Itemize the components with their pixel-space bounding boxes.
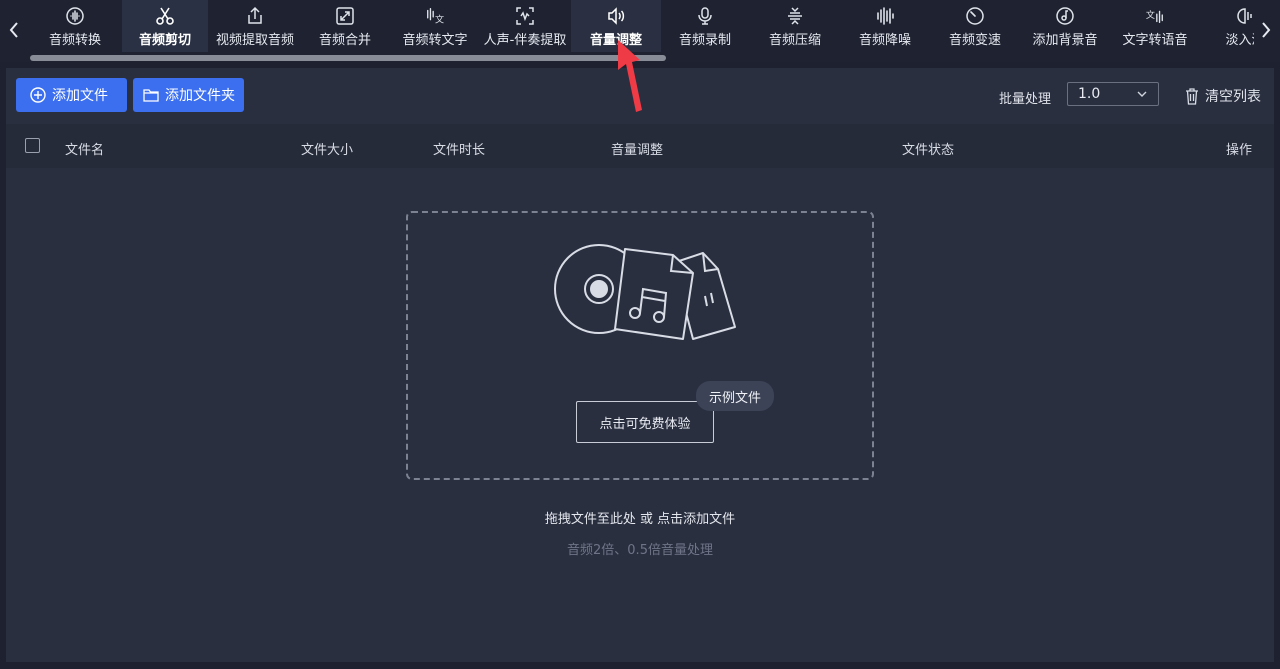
column-volume-adjust: 音量调整	[611, 143, 664, 158]
file-drop-zone[interactable]: 点击可免费体验 示例文件	[406, 211, 874, 480]
drop-subhint-text: 音频2倍、0.5倍音量处理	[567, 543, 713, 558]
tab-label: 音频合并	[318, 33, 371, 48]
audio-files-illustration	[554, 244, 736, 340]
tab-label: 人声-伴奏提取	[483, 33, 567, 48]
share-upload-icon	[245, 6, 265, 26]
column-status: 文件状态	[902, 143, 955, 158]
add-file-button[interactable]: 添加文件	[16, 78, 127, 112]
svg-text:文: 文	[435, 13, 444, 25]
free-trial-label: 点击可免费体验	[599, 416, 691, 432]
fade-icon	[1235, 6, 1254, 26]
tab-label: 视频提取音频	[215, 33, 294, 48]
tab-label: 音频变速	[948, 33, 1001, 48]
tab-label: 音频降噪	[858, 33, 911, 48]
chevron-right-icon	[1262, 22, 1271, 38]
column-duration: 文件时长	[433, 143, 486, 158]
waveform-circle-icon	[65, 6, 85, 26]
speaker-volume-icon	[606, 6, 626, 26]
tab-label: 音频录制	[678, 33, 731, 48]
main-panel: 添加文件 添加文件夹 批量处理 1.0 清空列表 文件名 文件大小 文件时长 音…	[6, 68, 1274, 662]
tab-audio-denoise[interactable]: 音频降噪	[840, 0, 930, 52]
vocal-extract-icon	[515, 6, 535, 26]
tab-audio-to-text[interactable]: 文 音频转文字	[390, 0, 480, 52]
tab-audio-compress[interactable]: 音频压缩	[750, 0, 840, 52]
drop-hint-text: 拖拽文件至此处 或 点击添加文件	[544, 512, 736, 527]
batch-process-select[interactable]: 1.0	[1067, 82, 1159, 106]
scroll-left-button[interactable]	[4, 16, 24, 44]
tab-label: 文字转语音	[1122, 33, 1188, 48]
tab-label: 音频剪切	[138, 33, 191, 48]
scissors-icon	[155, 6, 175, 26]
column-actions: 操作	[1226, 143, 1253, 158]
tab-audio-cut[interactable]: 音频剪切	[122, 0, 208, 52]
sample-file-label: 示例文件	[708, 390, 761, 406]
add-file-label: 添加文件	[52, 88, 108, 104]
tab-label: 音频转文字	[402, 33, 468, 48]
text-to-speech-icon: 文	[1145, 6, 1165, 26]
batch-process-value: 1.0	[1078, 86, 1101, 102]
tab-audio-merge[interactable]: 音频合并	[300, 0, 390, 52]
scroll-right-button[interactable]	[1256, 16, 1276, 44]
voice-to-text-icon: 文	[425, 6, 445, 26]
tab-vocal-extract[interactable]: 人声-伴奏提取	[480, 0, 570, 52]
trash-icon	[1184, 87, 1200, 105]
sample-file-badge[interactable]: 示例文件	[696, 381, 774, 411]
chevron-down-icon	[1137, 91, 1147, 97]
clear-list-button[interactable]: 清空列表	[1184, 86, 1261, 106]
free-trial-button[interactable]: 点击可免费体验	[576, 401, 714, 443]
tab-audio-convert[interactable]: 音频转换	[30, 0, 120, 52]
tab-video-extract-audio[interactable]: 视频提取音频	[210, 0, 300, 52]
svg-text:文: 文	[1146, 9, 1155, 21]
music-disc-icon	[1055, 6, 1075, 26]
add-folder-label: 添加文件夹	[165, 88, 235, 104]
file-table-header: 文件名 文件大小 文件时长 音量调整 文件状态 操作	[6, 124, 1274, 168]
annotation-arrow-icon	[618, 40, 642, 112]
select-all-checkbox[interactable]	[25, 138, 40, 153]
column-filename: 文件名	[65, 143, 105, 158]
noise-bars-icon	[875, 6, 895, 26]
tab-text-to-speech[interactable]: 文 文字转语音	[1110, 0, 1200, 52]
speedometer-icon	[965, 6, 985, 26]
tab-label: 添加背景音	[1032, 33, 1098, 48]
microphone-icon	[695, 6, 715, 26]
toolbar-scrollbar[interactable]	[30, 55, 666, 61]
tab-audio-speed[interactable]: 音频变速	[930, 0, 1020, 52]
compress-icon	[785, 6, 805, 26]
tab-audio-record[interactable]: 音频录制	[660, 0, 750, 52]
tab-add-background-music[interactable]: 添加背景音	[1020, 0, 1110, 52]
add-folder-button[interactable]: 添加文件夹	[133, 78, 244, 112]
chevron-left-icon	[9, 22, 18, 38]
tab-fade-in-out[interactable]: 淡入淡	[1200, 0, 1254, 52]
plus-circle-icon	[30, 87, 46, 103]
batch-process-label: 批量处理	[999, 92, 1052, 107]
tab-label: 淡入淡	[1225, 33, 1254, 48]
column-filesize: 文件大小	[301, 143, 354, 158]
tab-label: 音频转换	[48, 33, 101, 48]
clear-list-label: 清空列表	[1205, 89, 1261, 105]
folder-icon	[143, 87, 159, 103]
merge-arrows-icon	[335, 6, 355, 26]
tab-label: 音频压缩	[768, 33, 821, 48]
